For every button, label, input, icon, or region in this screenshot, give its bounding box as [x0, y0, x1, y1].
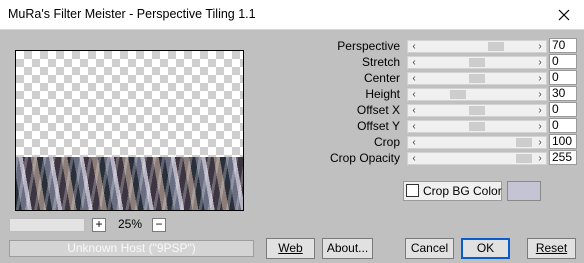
param-label: Offset X [356, 103, 400, 117]
zoom-level: 25% [117, 217, 143, 231]
slider-thumb[interactable] [469, 58, 485, 67]
right-arrow-icon[interactable]: › [534, 105, 546, 116]
crop-bg-label: Crop BG Color [423, 184, 502, 198]
crop-value[interactable]: 100 [549, 134, 577, 149]
right-arrow-icon[interactable]: › [534, 57, 546, 68]
host-status: Unknown Host ("9PSP") [9, 240, 254, 257]
perspective-slider[interactable]: ‹ › [407, 40, 547, 53]
close-button[interactable] [544, 0, 584, 30]
about-button-label: About... [326, 241, 369, 255]
left-arrow-icon[interactable]: ‹ [408, 89, 420, 100]
ok-button-label: OK [476, 241, 495, 255]
param-label: Height [365, 87, 400, 101]
center-slider[interactable]: ‹ › [407, 72, 547, 85]
param-label: Crop [373, 135, 400, 149]
param-label: Stretch [361, 55, 400, 69]
left-arrow-icon[interactable]: ‹ [408, 105, 420, 116]
right-arrow-icon[interactable]: › [534, 73, 546, 84]
center-value[interactable]: 0 [549, 70, 577, 85]
left-arrow-icon[interactable]: ‹ [408, 41, 420, 52]
param-label: Crop Opacity [329, 151, 400, 165]
slider-thumb[interactable] [516, 138, 532, 147]
zoom-track [9, 218, 85, 232]
cancel-button[interactable]: Cancel [405, 238, 454, 259]
offset-y-value[interactable]: 0 [549, 118, 577, 133]
preview-image [16, 157, 243, 210]
cancel-button-label: Cancel [410, 241, 449, 255]
param-label: Offset Y [357, 119, 400, 133]
slider-thumb[interactable] [469, 74, 485, 83]
about-button[interactable]: About... [322, 238, 373, 259]
param-label: Center [363, 71, 400, 85]
right-arrow-icon[interactable]: › [534, 153, 546, 164]
left-arrow-icon[interactable]: ‹ [408, 57, 420, 68]
reset-button-label: Reset [535, 241, 568, 255]
web-button[interactable]: Web [266, 238, 315, 259]
zoom-in-button[interactable]: + [92, 218, 106, 232]
offset-y-slider[interactable]: ‹ › [407, 120, 547, 133]
reset-button[interactable]: Reset [527, 238, 576, 259]
crop-opacity-value[interactable]: 255 [549, 150, 577, 165]
left-arrow-icon[interactable]: ‹ [408, 137, 420, 148]
ok-button[interactable]: OK [461, 238, 510, 259]
close-icon [558, 9, 570, 21]
title-bar: MuRa's Filter Meister - Perspective Tili… [0, 0, 584, 30]
slider-thumb[interactable] [487, 42, 504, 51]
slider-thumb[interactable] [469, 122, 485, 131]
stretch-value[interactable]: 0 [549, 54, 577, 69]
window-title: MuRa's Filter Meister - Perspective Tili… [8, 7, 256, 21]
crop-bg-color-swatch[interactable] [507, 181, 541, 201]
height-slider[interactable]: ‹ › [407, 88, 547, 101]
stretch-slider[interactable]: ‹ › [407, 56, 547, 69]
slider-thumb[interactable] [469, 106, 485, 115]
left-arrow-icon[interactable]: ‹ [408, 153, 420, 164]
left-arrow-icon[interactable]: ‹ [408, 121, 420, 132]
offset-x-value[interactable]: 0 [549, 102, 577, 117]
preview-pane[interactable] [15, 50, 244, 211]
height-value[interactable]: 30 [549, 86, 577, 101]
slider-thumb[interactable] [450, 90, 467, 99]
right-arrow-icon[interactable]: › [534, 137, 546, 148]
param-label: Perspective [337, 39, 400, 53]
offset-x-slider[interactable]: ‹ › [407, 104, 547, 117]
left-arrow-icon[interactable]: ‹ [408, 73, 420, 84]
crop-opacity-slider[interactable]: ‹ › [407, 152, 547, 165]
zoom-out-button[interactable]: − [152, 218, 166, 232]
slider-thumb[interactable] [516, 154, 532, 163]
right-arrow-icon[interactable]: › [534, 41, 546, 52]
web-button-label: Web [278, 241, 303, 255]
perspective-value[interactable]: 70 [549, 38, 577, 53]
crop-slider[interactable]: ‹ › [407, 136, 547, 149]
right-arrow-icon[interactable]: › [534, 89, 546, 100]
right-arrow-icon[interactable]: › [534, 121, 546, 132]
crop-bg-checkbox[interactable] [406, 184, 419, 197]
